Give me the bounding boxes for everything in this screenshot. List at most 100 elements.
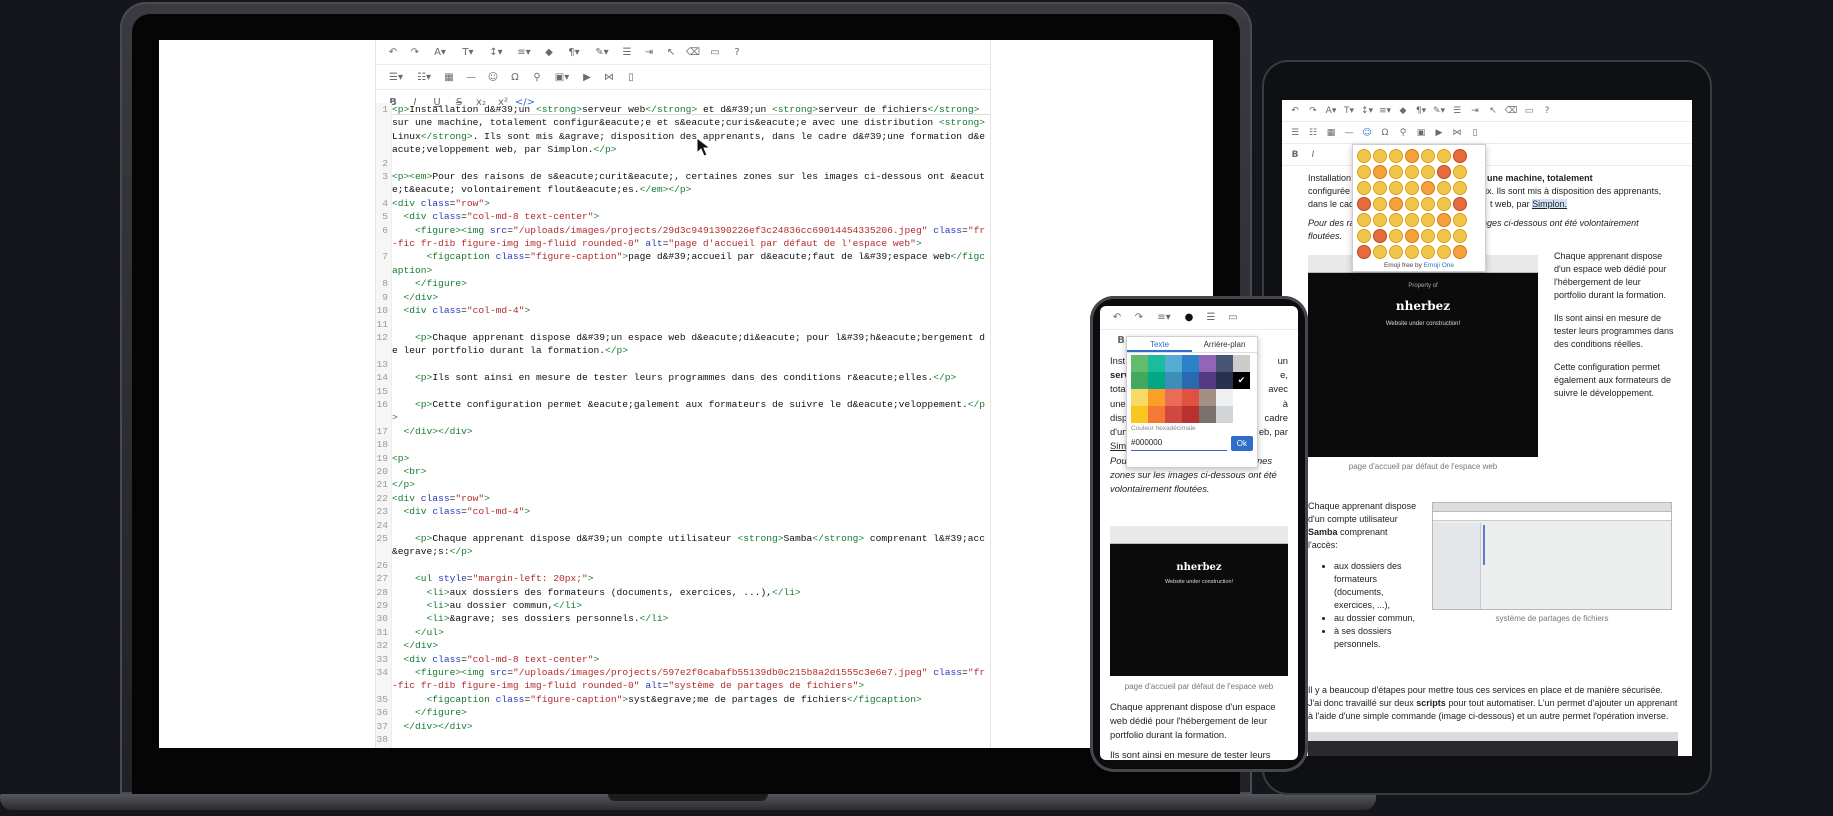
code-area[interactable]: 1 <p>Installation d&#39;un <strong>serveu… [376, 103, 992, 748]
code-line[interactable]: 19 <p> [376, 452, 992, 465]
color-swatch[interactable] [1199, 389, 1216, 406]
emoji-item[interactable] [1437, 245, 1451, 259]
color-swatch[interactable] [1182, 406, 1199, 423]
font-size-icon[interactable]: T▾ [1340, 106, 1358, 116]
emoji-item[interactable] [1437, 165, 1451, 179]
color-swatch[interactable] [1165, 389, 1182, 406]
code-line[interactable]: 39<p> [376, 747, 992, 749]
color-swatch[interactable] [1131, 389, 1148, 406]
code-line[interactable]: 29 <li>au dossier commun,</li> [376, 599, 992, 612]
line-height-icon[interactable]: ↕▾ [1358, 106, 1376, 116]
line-height-icon[interactable]: ↕▾ [482, 47, 510, 58]
video-icon[interactable]: ▶ [1430, 128, 1448, 138]
code-line[interactable]: 23 <div class="col-md-4"> [376, 505, 992, 518]
emoji-item[interactable] [1421, 197, 1435, 211]
emoji-item[interactable] [1405, 149, 1419, 163]
emoji-item[interactable] [1357, 181, 1371, 195]
emoji-item[interactable] [1405, 165, 1419, 179]
tab-text-color[interactable]: Texte [1127, 337, 1192, 352]
indent-icon[interactable]: ⇥ [1466, 106, 1484, 116]
table-icon[interactable]: ▦ [1322, 128, 1340, 138]
emoji-item[interactable] [1357, 229, 1371, 243]
style-icon[interactable]: ✎▾ [1430, 106, 1448, 116]
undo-icon[interactable]: ↶ [382, 47, 404, 58]
list-icon[interactable]: ☰ [1448, 106, 1466, 116]
emoji-icon[interactable]: ☺ [1358, 128, 1376, 138]
share-icon[interactable]: ⋈ [1448, 128, 1466, 138]
code-line[interactable]: 34 <figure><img src="/uploads/images/pro… [376, 666, 992, 693]
code-line[interactable]: 18 [376, 438, 992, 451]
font-family-icon[interactable]: A▾ [426, 47, 454, 58]
ordered-list-icon[interactable]: ☰ [1286, 128, 1304, 138]
table-icon[interactable]: ▦ [438, 72, 460, 83]
color-swatch[interactable] [1131, 355, 1148, 372]
code-line[interactable]: 25 <p>Chaque apprenant dispose d&#39;un … [376, 532, 992, 559]
emoji-item[interactable] [1357, 197, 1371, 211]
code-line[interactable]: 8 </figure> [376, 277, 992, 290]
font-family-icon[interactable]: A▾ [1322, 106, 1340, 116]
emoji-item[interactable] [1437, 229, 1451, 243]
undo-icon[interactable]: ↶ [1106, 312, 1128, 323]
ok-button[interactable]: Ok [1230, 436, 1253, 451]
redo-icon[interactable]: ↷ [1304, 106, 1322, 116]
code-line[interactable]: 14 <p>Ils sont ainsi en mesure de tester… [376, 371, 992, 384]
code-line[interactable]: 6 <figure><img src="/uploads/images/proj… [376, 224, 992, 251]
italic-button[interactable]: I [1304, 150, 1322, 160]
code-line[interactable]: 26 [376, 559, 992, 572]
indent-icon[interactable]: ⇥ [638, 47, 660, 58]
code-line[interactable]: 33 <div class="col-md-8 text-center"> [376, 653, 992, 666]
code-line[interactable]: 12 <p>Chaque apprenant dispose d&#39;un … [376, 331, 992, 358]
cursor-icon[interactable]: ↖ [660, 47, 682, 58]
color-swatch[interactable] [1148, 372, 1165, 389]
emoji-item[interactable] [1389, 149, 1403, 163]
code-line[interactable]: 22 <div class="row"> [376, 492, 992, 505]
link-icon[interactable]: ⚲ [1394, 128, 1412, 138]
emoji-item[interactable] [1437, 149, 1451, 163]
help-icon[interactable]: ? [1538, 106, 1556, 116]
color-swatch[interactable] [1131, 406, 1148, 423]
hr-icon[interactable]: — [460, 72, 482, 83]
color-swatch[interactable] [1182, 389, 1199, 406]
emoji-item[interactable] [1437, 197, 1451, 211]
code-line[interactable]: 7 <figcaption class="figure-caption">pag… [376, 250, 992, 277]
color-swatch[interactable] [1165, 406, 1182, 423]
unordered-list-icon[interactable]: ☷ [1304, 128, 1322, 138]
eraser-icon[interactable]: ⌫ [1502, 106, 1520, 116]
emoji-item[interactable] [1357, 213, 1371, 227]
code-line[interactable]: 38 [376, 733, 992, 746]
emoji-item[interactable] [1389, 245, 1403, 259]
emoji-item[interactable] [1357, 149, 1371, 163]
emoji-item[interactable] [1373, 213, 1387, 227]
code-line[interactable]: 32 </div> [376, 639, 992, 652]
emoji-one-link[interactable]: Emoji One [1424, 262, 1454, 269]
color-swatch[interactable] [1233, 406, 1250, 423]
font-size-icon[interactable]: T▾ [454, 47, 482, 58]
code-line[interactable]: 11 [376, 318, 992, 331]
redo-icon[interactable]: ↷ [404, 47, 426, 58]
image-icon[interactable]: ▣▾ [548, 72, 576, 83]
emoji-item[interactable] [1389, 197, 1403, 211]
code-line[interactable]: 13 [376, 358, 992, 371]
code-line[interactable]: 35 <figcaption class="figure-caption">sy… [376, 693, 992, 706]
code-line[interactable]: 17 </div></div> [376, 425, 992, 438]
color-swatch[interactable] [1148, 355, 1165, 372]
color-swatch[interactable] [1165, 372, 1182, 389]
emoji-item[interactable] [1453, 229, 1467, 243]
link-icon[interactable]: ⚲ [526, 72, 548, 83]
emoji-item[interactable] [1421, 149, 1435, 163]
image-icon[interactable]: ▣ [1412, 128, 1430, 138]
undo-icon[interactable]: ↶ [1286, 106, 1304, 116]
code-line[interactable]: 27 <ul style="margin-left: 20px;"> [376, 572, 992, 585]
emoji-item[interactable] [1405, 181, 1419, 195]
paragraph-icon[interactable]: ¶▾ [560, 47, 588, 58]
color-swatch[interactable] [1199, 406, 1216, 423]
color-swatch[interactable] [1216, 406, 1233, 423]
list-icon[interactable]: ☰ [616, 47, 638, 58]
emoji-item[interactable] [1421, 181, 1435, 195]
style-icon[interactable]: ✎▾ [588, 47, 616, 58]
emoji-item[interactable] [1373, 165, 1387, 179]
emoji-item[interactable] [1421, 245, 1435, 259]
emoji-item[interactable] [1373, 181, 1387, 195]
code-line[interactable]: 21 </p> [376, 478, 992, 491]
emoji-item[interactable] [1405, 197, 1419, 211]
